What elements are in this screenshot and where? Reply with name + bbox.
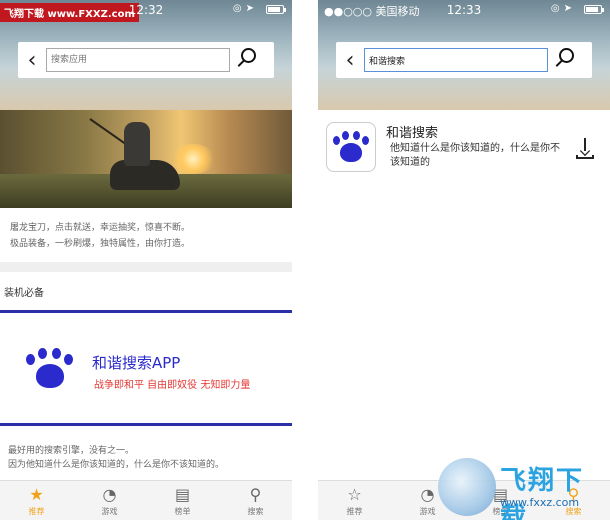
right-phone-screen: ●●○○○ 美国移动 12:33 ◎➤ ‹ 和谐搜索 和谐搜索 他知道什么是你该… [318,0,610,520]
list-icon: ▤ [174,485,191,504]
star-icon: ☆ [347,485,362,504]
tab-rankings[interactable]: ▤ 榜单 [146,481,219,520]
screenshot-canvas: 飞翔下载 www.FXXZ.com 12:32 ◎➤ ‹ 屠龙宝刀，点击就送，幸… [0,0,610,520]
header-sky: ●●○○○ 美国移动 12:33 ◎➤ ‹ [318,0,610,110]
result-description: 他知道什么是你该知道的，什么是你不该知道的 [390,143,560,168]
header-sky: 飞翔下载 www.FXXZ.com 12:32 ◎➤ ‹ [0,0,292,110]
status-bar: 飞翔下载 www.FXXZ.com 12:32 ◎➤ [0,0,292,22]
search-result-item[interactable]: 和谐搜索 他知道什么是你该知道的，什么是你不该知道的 [318,112,610,182]
footer-line2: 因为他知道什么是你该知道的，什么是你不该知道的。 [8,460,225,470]
watermark-url: www.fxxz.com [500,496,580,509]
tab-games[interactable]: ◔ 游戏 [73,481,146,520]
search-bar: ‹ [336,42,592,78]
search-icon[interactable] [548,42,584,78]
app-description: 最好用的搜索引擎，没有之一。 因为他知道什么是你该知道的，什么是你不该知道的。 [8,444,288,472]
star-icon: ★ [29,485,44,504]
site-watermark: 飞翔下载 www.fxxz.com [438,456,610,520]
battery-icon [584,5,604,14]
app-icon [326,122,376,172]
back-icon[interactable]: ‹ [18,48,46,73]
search-input[interactable] [364,48,548,72]
search-icon[interactable] [230,42,266,78]
paw-icon [333,131,373,167]
blue-divider-top [0,310,292,313]
status-icons: ◎➤ [232,3,258,14]
knight-rider [89,116,180,196]
footer-line1: 最好用的搜索引擎，没有之一。 [8,446,135,456]
banner-desc-line1: 屠龙宝刀，点击就送，幸运抽奖，惊喜不断。 [10,223,191,233]
search-input[interactable] [46,48,230,72]
search-bar: ‹ [18,42,274,78]
banner-description: 屠龙宝刀，点击就送，幸运抽奖，惊喜不断。 极品装备，一秒刷爆，独特属性，由你打造… [10,220,282,252]
paw-icon [26,348,78,394]
section-title: 装机必备 [4,288,44,299]
pacman-icon: ◔ [102,485,117,504]
app-name: 和谐搜索APP [92,354,181,372]
watermark-text: 飞翔下载 [500,466,585,520]
status-bar: ●●○○○ 美国移动 12:33 ◎➤ [318,0,610,20]
section-separator [0,262,292,272]
watermark-logo-icon [438,458,496,516]
tab-recommend[interactable]: ★ 推荐 [0,481,73,520]
banner-image[interactable] [0,110,292,208]
back-icon[interactable]: ‹ [336,48,364,73]
tab-bar: ★ 推荐 ◔ 游戏 ▤ 榜单 ⚲ 搜索 [0,480,292,520]
status-icons: ◎➤ [550,3,576,14]
blue-divider-bottom [0,423,292,426]
battery-icon [266,5,286,14]
banner-desc-line2: 极品装备，一秒刷爆，独特属性，由你打造。 [10,239,191,249]
featured-app-card[interactable]: 和谐搜索APP 战争即和平 自由即奴役 无知即力量 [0,314,292,424]
download-icon[interactable] [574,138,596,160]
left-phone-screen: 飞翔下载 www.FXXZ.com 12:32 ◎➤ ‹ 屠龙宝刀，点击就送，幸… [0,0,292,520]
app-tagline: 战争即和平 自由即奴役 无知即力量 [94,380,251,391]
tab-search[interactable]: ⚲ 搜索 [219,481,292,520]
result-name: 和谐搜索 [386,126,439,141]
tab-recommend[interactable]: ☆ 推荐 [318,481,391,520]
search-icon: ⚲ [249,485,262,504]
